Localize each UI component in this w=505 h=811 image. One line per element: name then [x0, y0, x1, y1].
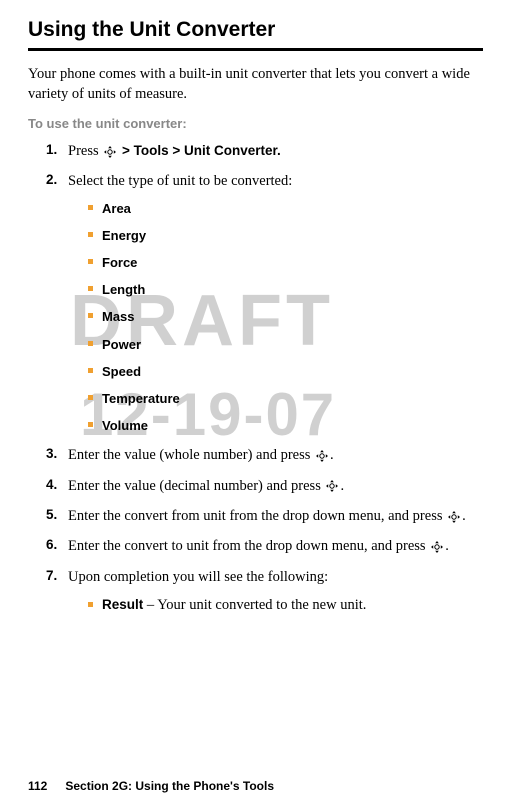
list-item: Mass — [88, 308, 483, 326]
step-number: 4. — [46, 476, 57, 495]
steps-list: 1. Press > Tools > Unit Converter. 2. Se… — [28, 141, 483, 615]
step-7: 7. Upon completion you will see the foll… — [46, 567, 483, 616]
list-item: Energy — [88, 227, 483, 245]
list-item: Speed — [88, 363, 483, 381]
procedure-subhead: To use the unit converter: — [28, 116, 483, 131]
title-rule — [28, 48, 483, 51]
step-text-pre: Enter the convert from unit from the dro… — [68, 508, 446, 524]
step-text-post: . — [462, 508, 466, 524]
list-item: Temperature — [88, 390, 483, 408]
page-footer: 112 Section 2G: Using the Phone's Tools — [28, 779, 274, 793]
step-number: 3. — [46, 445, 57, 464]
step-1: 1. Press > Tools > Unit Converter. — [46, 141, 483, 161]
step-text-pre: Enter the convert to unit from the drop … — [68, 538, 429, 554]
step-text-pre: Enter the value (decimal number) and pre… — [68, 478, 324, 494]
step-text: Upon completion you will see the followi… — [68, 569, 328, 585]
step-number: 6. — [46, 536, 57, 555]
step-text-post: > Tools > Unit Converter. — [118, 143, 281, 158]
step-6: 6. Enter the convert to unit from the dr… — [46, 536, 483, 556]
step-text-pre: Press — [68, 143, 102, 159]
list-item: Power — [88, 336, 483, 354]
step-number: 5. — [46, 506, 57, 525]
page-title: Using the Unit Converter — [28, 18, 483, 42]
step-text-post: . — [340, 478, 344, 494]
unit-type-list: Area Energy Force Length Mass Power Spee… — [68, 200, 483, 436]
page-content: Using the Unit Converter Your phone come… — [28, 18, 483, 615]
nav-key-icon — [430, 540, 444, 554]
step-number: 1. — [46, 141, 57, 160]
intro-paragraph: Your phone comes with a built-in unit co… — [28, 65, 483, 104]
result-label: Result — [102, 597, 143, 612]
result-desc: – Your unit converted to the new unit. — [143, 597, 366, 613]
step-3: 3. Enter the value (whole number) and pr… — [46, 445, 483, 465]
list-item: Area — [88, 200, 483, 218]
list-item: Length — [88, 281, 483, 299]
list-item: Result – Your unit converted to the new … — [88, 595, 483, 615]
nav-key-icon — [325, 479, 339, 493]
step-text: Select the type of unit to be converted: — [68, 173, 292, 189]
step-text-post: . — [445, 538, 449, 554]
nav-key-icon — [103, 145, 117, 159]
step-5: 5. Enter the convert from unit from the … — [46, 506, 483, 526]
step-number: 7. — [46, 567, 57, 586]
list-item: Volume — [88, 417, 483, 435]
nav-key-icon — [447, 510, 461, 524]
step-number: 2. — [46, 171, 57, 190]
step-text-post: . — [330, 447, 334, 463]
step-2: 2. Select the type of unit to be convert… — [46, 171, 483, 435]
page-number: 112 — [28, 779, 47, 793]
nav-key-icon — [315, 449, 329, 463]
list-item: Force — [88, 254, 483, 272]
result-list: Result – Your unit converted to the new … — [68, 595, 483, 615]
step-text-pre: Enter the value (whole number) and press — [68, 447, 314, 463]
section-label: Section 2G: Using the Phone's Tools — [65, 779, 274, 793]
step-4: 4. Enter the value (decimal number) and … — [46, 476, 483, 496]
